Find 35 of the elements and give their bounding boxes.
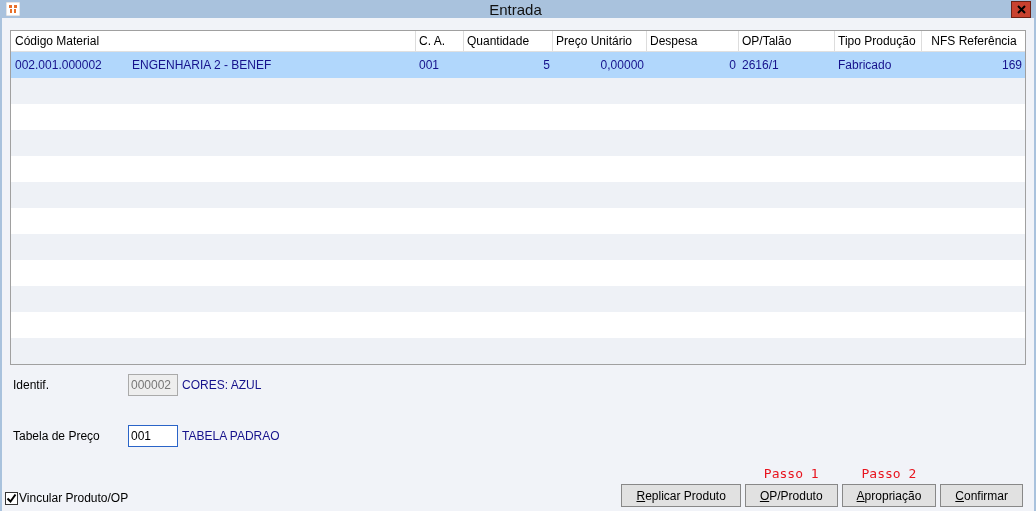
table-cell: 5 (543, 58, 550, 72)
checkbox[interactable] (5, 491, 18, 505)
action-button[interactable]: Confirmar (940, 484, 1023, 507)
step-label: Passo 2 (861, 466, 917, 483)
column-header[interactable]: Despesa (647, 31, 739, 51)
table-cell: Fabricado (838, 58, 892, 72)
field-description: TABELA PADRAO (182, 429, 280, 443)
column-header[interactable]: NFS Referência (922, 31, 1025, 51)
step-label: Passo 1 (763, 466, 819, 483)
column-header[interactable]: OP/Talão (739, 31, 835, 51)
column-header[interactable]: Código Material (12, 31, 416, 51)
field-label: Tabela de Preço (13, 429, 101, 443)
table-cell: 001 (419, 58, 440, 72)
field-label: Identif. (13, 378, 51, 392)
column-header[interactable]: Preço Unitário (553, 31, 647, 51)
table-cell-text: 002.001.000002 (15, 58, 103, 72)
action-button[interactable]: Apropriação (841, 484, 937, 507)
table-cell: 0,00000 (600, 58, 644, 72)
app-icon (6, 2, 20, 16)
close-button[interactable] (1011, 0, 1031, 18)
price-table-field[interactable]: 001 (128, 425, 178, 447)
column-header[interactable]: Quantidade (464, 31, 553, 51)
action-button[interactable]: OP/Produto (744, 484, 838, 507)
field-description: CORES: AZUL (182, 378, 262, 392)
window-title: Entrada (488, 0, 543, 18)
close-icon (1016, 4, 1026, 14)
table-cell: 2616/1 (742, 58, 779, 72)
table-row[interactable]: 002.001.000002 ENGENHARIA 2 - BENEF 001 5 0,00000 0 2616/1 Fabricado 169 (11, 52, 1025, 78)
checkbox-label: Vincular Produto/OP (19, 491, 129, 505)
table-cell: 0 (729, 58, 736, 72)
action-button[interactable]: Replicar Produto (621, 484, 741, 507)
table-cell: ENGENHARIA 2 - BENEF (132, 58, 272, 72)
column-header[interactable]: Tipo Produção (835, 31, 922, 51)
column-header[interactable]: C. A. (416, 31, 464, 51)
table-cell: 169 (1001, 58, 1022, 72)
